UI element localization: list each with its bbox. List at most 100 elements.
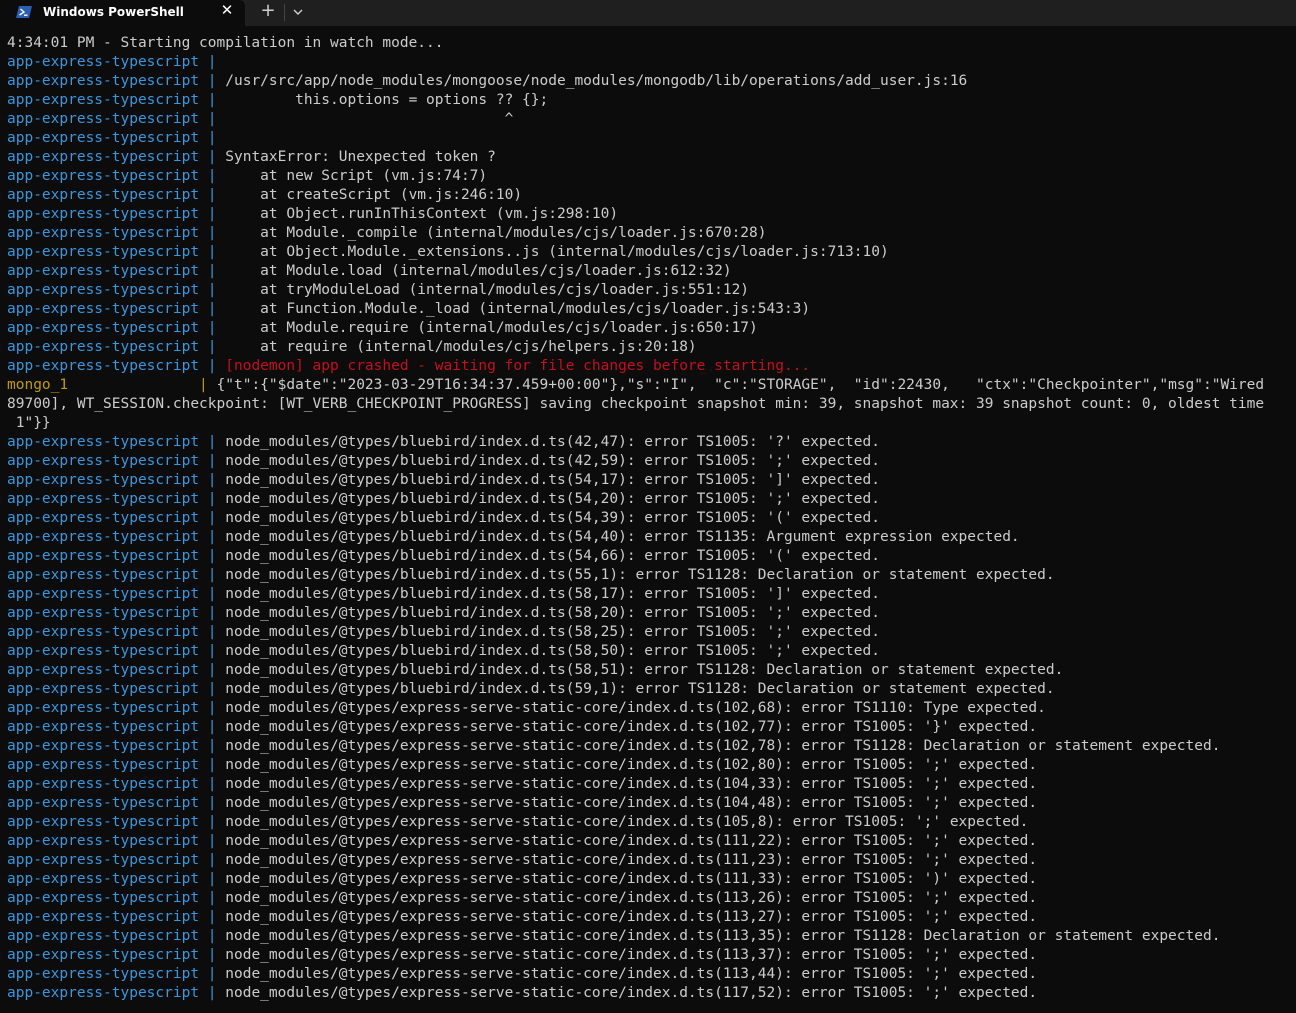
log-line: app-express-typescript | at createScript… — [7, 186, 522, 205]
app-prefix: app-express-typescript | — [7, 700, 217, 716]
app-prefix: app-express-typescript | — [7, 624, 217, 640]
log-text: /usr/src/app/node_modules/mongoose/node_… — [225, 73, 968, 89]
app-prefix: app-express-typescript | — [7, 529, 217, 545]
log-line-error: app-express-typescript | node_modules/@t… — [7, 851, 1037, 870]
log-separator — [217, 776, 226, 792]
app-prefix: app-express-typescript | — [7, 719, 217, 735]
log-line: app-express-typescript | SyntaxError: Un… — [7, 148, 496, 167]
log-line: app-express-typescript | /usr/src/app/no… — [7, 72, 967, 91]
app-prefix: app-express-typescript | — [7, 187, 217, 203]
tab-divider — [284, 4, 285, 21]
log-separator — [217, 282, 226, 298]
app-prefix: app-express-typescript | — [7, 738, 217, 754]
log-line-error: app-express-typescript | node_modules/@t… — [7, 642, 880, 661]
chevron-down-icon[interactable] — [290, 4, 306, 20]
log-line-error: app-express-typescript | node_modules/@t… — [7, 490, 880, 509]
log-separator — [217, 548, 226, 564]
error-text: node_modules/@types/bluebird/index.d.ts(… — [225, 567, 1055, 583]
log-separator — [217, 719, 226, 735]
app-prefix: app-express-typescript | — [7, 548, 217, 564]
error-text: node_modules/@types/express-serve-static… — [225, 871, 1038, 887]
app-prefix: app-express-typescript | — [7, 339, 217, 355]
log-line-error: app-express-typescript | node_modules/@t… — [7, 756, 1037, 775]
error-text: node_modules/@types/express-serve-static… — [225, 814, 1029, 830]
log-separator — [217, 795, 226, 811]
log-line-error: app-express-typescript | node_modules/@t… — [7, 737, 1220, 756]
app-prefix: app-express-typescript | — [7, 73, 217, 89]
app-prefix: app-express-typescript | — [7, 757, 217, 773]
plus-icon[interactable]: + — [258, 2, 278, 22]
error-text: node_modules/@types/express-serve-static… — [225, 719, 1038, 735]
terminal-window: Windows PowerShell ✕ + 4:34:01 PM - Star… — [0, 0, 1296, 1013]
log-separator — [208, 377, 217, 393]
log-text: 4:34:01 PM - Starting compilation in wat… — [7, 35, 444, 51]
log-separator — [217, 852, 226, 868]
tab-windows-powershell[interactable]: Windows PowerShell ✕ — [0, 0, 245, 26]
app-prefix: app-express-typescript | — [7, 225, 217, 241]
error-text: node_modules/@types/bluebird/index.d.ts(… — [225, 434, 880, 450]
log-text: at Module.require (internal/modules/cjs/… — [225, 320, 758, 336]
error-text: node_modules/@types/bluebird/index.d.ts(… — [225, 624, 880, 640]
log-line: app-express-typescript | at require (int… — [7, 338, 697, 357]
error-text: node_modules/@types/bluebird/index.d.ts(… — [225, 643, 880, 659]
log-separator — [217, 890, 226, 906]
error-text: node_modules/@types/express-serve-static… — [225, 909, 1038, 925]
error-text: node_modules/@types/express-serve-static… — [225, 795, 1038, 811]
log-line-error: app-express-typescript | node_modules/@t… — [7, 623, 880, 642]
error-text: node_modules/@types/bluebird/index.d.ts(… — [225, 548, 880, 564]
log-text: at new Script (vm.js:74:7) — [225, 168, 488, 184]
error-text: node_modules/@types/express-serve-static… — [225, 928, 1221, 944]
error-text: node_modules/@types/express-serve-static… — [225, 700, 1046, 716]
log-separator — [217, 111, 226, 127]
log-separator — [217, 168, 226, 184]
app-prefix: app-express-typescript | — [7, 472, 217, 488]
log-line: app-express-typescript | at Module.requi… — [7, 319, 758, 338]
error-text: node_modules/@types/express-serve-static… — [225, 757, 1038, 773]
app-prefix: app-express-typescript | — [7, 605, 217, 621]
log-line-error: app-express-typescript | node_modules/@t… — [7, 661, 1063, 680]
log-separator — [217, 567, 226, 583]
app-prefix: app-express-typescript | — [7, 890, 217, 906]
error-text: node_modules/@types/express-serve-static… — [225, 833, 1038, 849]
log-separator — [217, 700, 226, 716]
app-prefix: app-express-typescript | — [7, 149, 217, 165]
close-icon[interactable]: ✕ — [220, 3, 234, 18]
terminal-output[interactable]: 4:34:01 PM - Starting compilation in wat… — [0, 26, 1296, 1013]
error-text: node_modules/@types/bluebird/index.d.ts(… — [225, 472, 880, 488]
log-line: app-express-typescript | at Module._comp… — [7, 224, 767, 243]
error-text: node_modules/@types/express-serve-static… — [225, 890, 1038, 906]
app-prefix: app-express-typescript | — [7, 928, 217, 944]
log-line: app-express-typescript | at new Script (… — [7, 167, 487, 186]
app-prefix: app-express-typescript | — [7, 263, 217, 279]
log-text: this.options = options ?? {}; — [225, 92, 549, 108]
log-text: at require (internal/modules/cjs/helpers… — [225, 339, 697, 355]
log-separator — [217, 757, 226, 773]
error-text: node_modules/@types/bluebird/index.d.ts(… — [225, 662, 1064, 678]
log-separator — [217, 586, 226, 602]
log-line-error: app-express-typescript | node_modules/@t… — [7, 509, 880, 528]
log-separator — [217, 966, 226, 982]
crash-message: [nodemon] app crashed - waiting for file… — [225, 358, 811, 374]
log-line-error: app-express-typescript | node_modules/@t… — [7, 566, 1055, 585]
log-line-error: app-express-typescript | node_modules/@t… — [7, 604, 880, 623]
log-separator — [217, 187, 226, 203]
app-prefix: app-express-typescript | — [7, 567, 217, 583]
log-separator — [217, 928, 226, 944]
log-separator — [217, 149, 226, 165]
log-line: app-express-typescript | — [7, 129, 225, 148]
log-line-error: app-express-typescript | node_modules/@t… — [7, 718, 1037, 737]
log-text: at Object.runInThisContext (vm.js:298:10… — [225, 206, 619, 222]
log-text: at Object.Module._extensions..js (intern… — [225, 244, 889, 260]
error-text: node_modules/@types/express-serve-static… — [225, 985, 1038, 1001]
error-text: node_modules/@types/bluebird/index.d.ts(… — [225, 605, 880, 621]
log-separator — [217, 54, 226, 70]
log-line: app-express-typescript | at Module.load … — [7, 262, 732, 281]
log-separator — [217, 358, 226, 374]
log-line-mongo: mongo_1 | {"t":{"$date":"2023-03-29T16:3… — [7, 376, 1264, 395]
app-prefix: app-express-typescript | — [7, 168, 217, 184]
log-separator — [217, 434, 226, 450]
title-bar: Windows PowerShell ✕ + — [0, 0, 1296, 26]
log-separator — [217, 244, 226, 260]
mongo-log-wrap: 1"}} — [7, 415, 51, 431]
app-prefix: app-express-typescript | — [7, 282, 217, 298]
